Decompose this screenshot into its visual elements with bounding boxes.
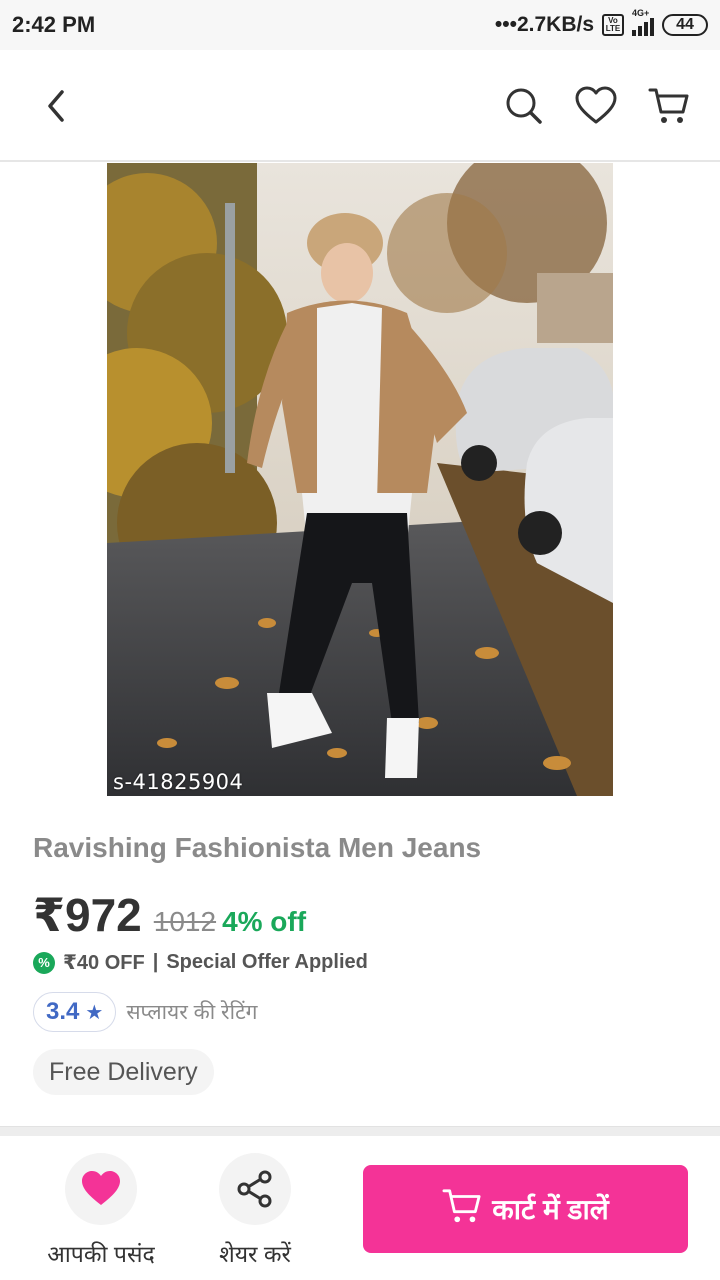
- cart-white-icon: [442, 1187, 482, 1232]
- discount-badge-icon: %: [33, 951, 55, 974]
- cart-icon[interactable]: [648, 86, 689, 126]
- back-icon[interactable]: [40, 86, 76, 126]
- product-title: Ravishing Fashionista Men Jeans: [33, 832, 482, 863]
- star-icon: ★: [85, 1001, 104, 1024]
- status-time: 2:42 PM: [12, 12, 96, 37]
- product-price: ₹972: [33, 889, 142, 941]
- delivery-text: Free Delivery: [49, 1057, 198, 1086]
- battery-level: 44: [676, 16, 694, 33]
- status-indicators: •••2.7KB/s Vo LTE 4G+ 44: [494, 8, 708, 37]
- price-row: ₹972 1012 4% off: [33, 888, 306, 942]
- offer-separator: |: [152, 951, 159, 973]
- signal-icon: 4G+: [632, 8, 654, 36]
- product-discount: 4% off: [222, 906, 307, 937]
- product-sku: s-41825904: [113, 770, 244, 794]
- share-button[interactable]: शेयर करें: [185, 1153, 325, 1269]
- volte-icon: Vo LTE: [602, 14, 624, 36]
- rating-row: 3.4 ★ सप्लायर की रेटिंग: [33, 992, 257, 1032]
- bottom-action-bar: आपकी पसंद शेयर करें कार्ट में डालें: [0, 1136, 720, 1280]
- rating-label: सप्लायर की रेटिंग: [126, 1001, 258, 1024]
- app-header: [0, 50, 720, 162]
- offer-text: Special Offer Applied: [166, 951, 368, 973]
- share-icon: [219, 1153, 291, 1225]
- section-divider: [0, 1126, 720, 1136]
- product-mrp: 1012: [153, 906, 217, 937]
- offer-amount: ₹40 OFF: [63, 952, 145, 974]
- status-bar: 2:42 PM •••2.7KB/s Vo LTE 4G+ 44: [0, 0, 720, 50]
- add-to-cart-button[interactable]: कार्ट में डालें: [363, 1165, 688, 1253]
- wishlist-button[interactable]: आपकी पसंद: [31, 1153, 171, 1269]
- heart-filled-icon: [65, 1153, 137, 1225]
- battery-icon: 44: [662, 14, 708, 36]
- rating-badge[interactable]: 3.4 ★: [33, 992, 117, 1032]
- free-delivery-badge: Free Delivery: [33, 1049, 214, 1095]
- share-label: शेयर करें: [219, 1241, 291, 1267]
- offer-row: % ₹40 OFF | Special Offer Applied: [33, 950, 368, 975]
- add-to-cart-label: कार्ट में डालें: [492, 1194, 609, 1225]
- network-speed: •••2.7KB/s: [494, 13, 594, 36]
- search-icon[interactable]: [504, 86, 544, 126]
- wishlist-label: आपकी पसंद: [47, 1241, 155, 1267]
- rating-value: 3.4: [46, 998, 80, 1025]
- wishlist-icon[interactable]: [575, 86, 617, 126]
- product-image[interactable]: s-41825904: [107, 163, 613, 796]
- network-type: 4G+: [632, 8, 650, 18]
